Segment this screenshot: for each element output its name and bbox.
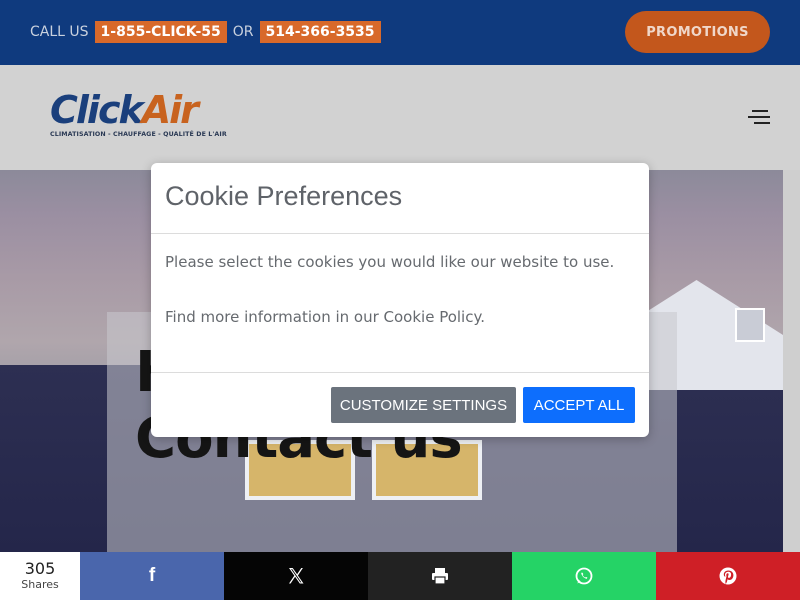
logo-wordmark: ClickAir — [50, 88, 199, 132]
share-count-label: Shares — [21, 578, 59, 591]
modal-header: Cookie Preferences — [151, 163, 649, 234]
phone-link-1[interactable]: 1-855-CLICK-55 — [94, 21, 227, 43]
logo-tagline: CLIMATISATION - CHAUFFAGE - QUALITÉ DE L… — [50, 131, 227, 138]
print-button[interactable] — [368, 552, 512, 600]
logo-word-air: Air — [141, 88, 199, 132]
house-vent-image — [735, 308, 765, 342]
pinterest-icon — [719, 567, 737, 585]
hamburger-icon[interactable] — [748, 109, 770, 125]
whatsapp-share-button[interactable] — [512, 552, 656, 600]
accept-all-button[interactable]: ACCEPT ALL — [523, 387, 635, 423]
or-label: OR — [232, 24, 254, 40]
share-count-number: 305 — [24, 559, 56, 578]
promotions-button[interactable]: PROMOTIONS — [625, 11, 770, 53]
modal-body-text-2: Find more information in our Cookie Poli… — [165, 308, 485, 326]
modal-title: Cookie Preferences — [165, 181, 403, 211]
page-gutter — [783, 170, 800, 552]
logo-word-click: Click — [50, 88, 144, 132]
call-us-label: CALL US — [30, 24, 89, 40]
site-logo[interactable]: ClickAir CLIMATISATION - CHAUFFAGE - QUA… — [50, 88, 230, 144]
print-icon — [432, 568, 448, 585]
customize-settings-button[interactable]: CUSTOMIZE SETTINGS — [331, 387, 516, 423]
cookie-preferences-modal: Cookie Preferences Please select the coo… — [151, 163, 649, 437]
call-us-group: CALL US 1-855-CLICK-55 OR 514-366-3535 — [30, 20, 381, 44]
share-count: 305 Shares — [0, 552, 80, 600]
phone-link-2[interactable]: 514-366-3535 — [259, 21, 381, 43]
facebook-icon: f — [148, 565, 156, 586]
modal-footer: CUSTOMIZE SETTINGS ACCEPT ALL — [151, 372, 649, 437]
modal-body-text-1: Please select the cookies you would like… — [165, 253, 615, 271]
social-share-bar: 305 Shares f — [0, 552, 800, 600]
facebook-share-button[interactable]: f — [80, 552, 224, 600]
x-share-button[interactable] — [224, 552, 368, 600]
whatsapp-icon — [575, 567, 593, 585]
x-icon — [289, 568, 304, 584]
modal-body: Please select the cookies you would like… — [165, 252, 635, 327]
pinterest-share-button[interactable] — [656, 552, 800, 600]
top-bar: CALL US 1-855-CLICK-55 OR 514-366-3535 P… — [0, 0, 800, 65]
